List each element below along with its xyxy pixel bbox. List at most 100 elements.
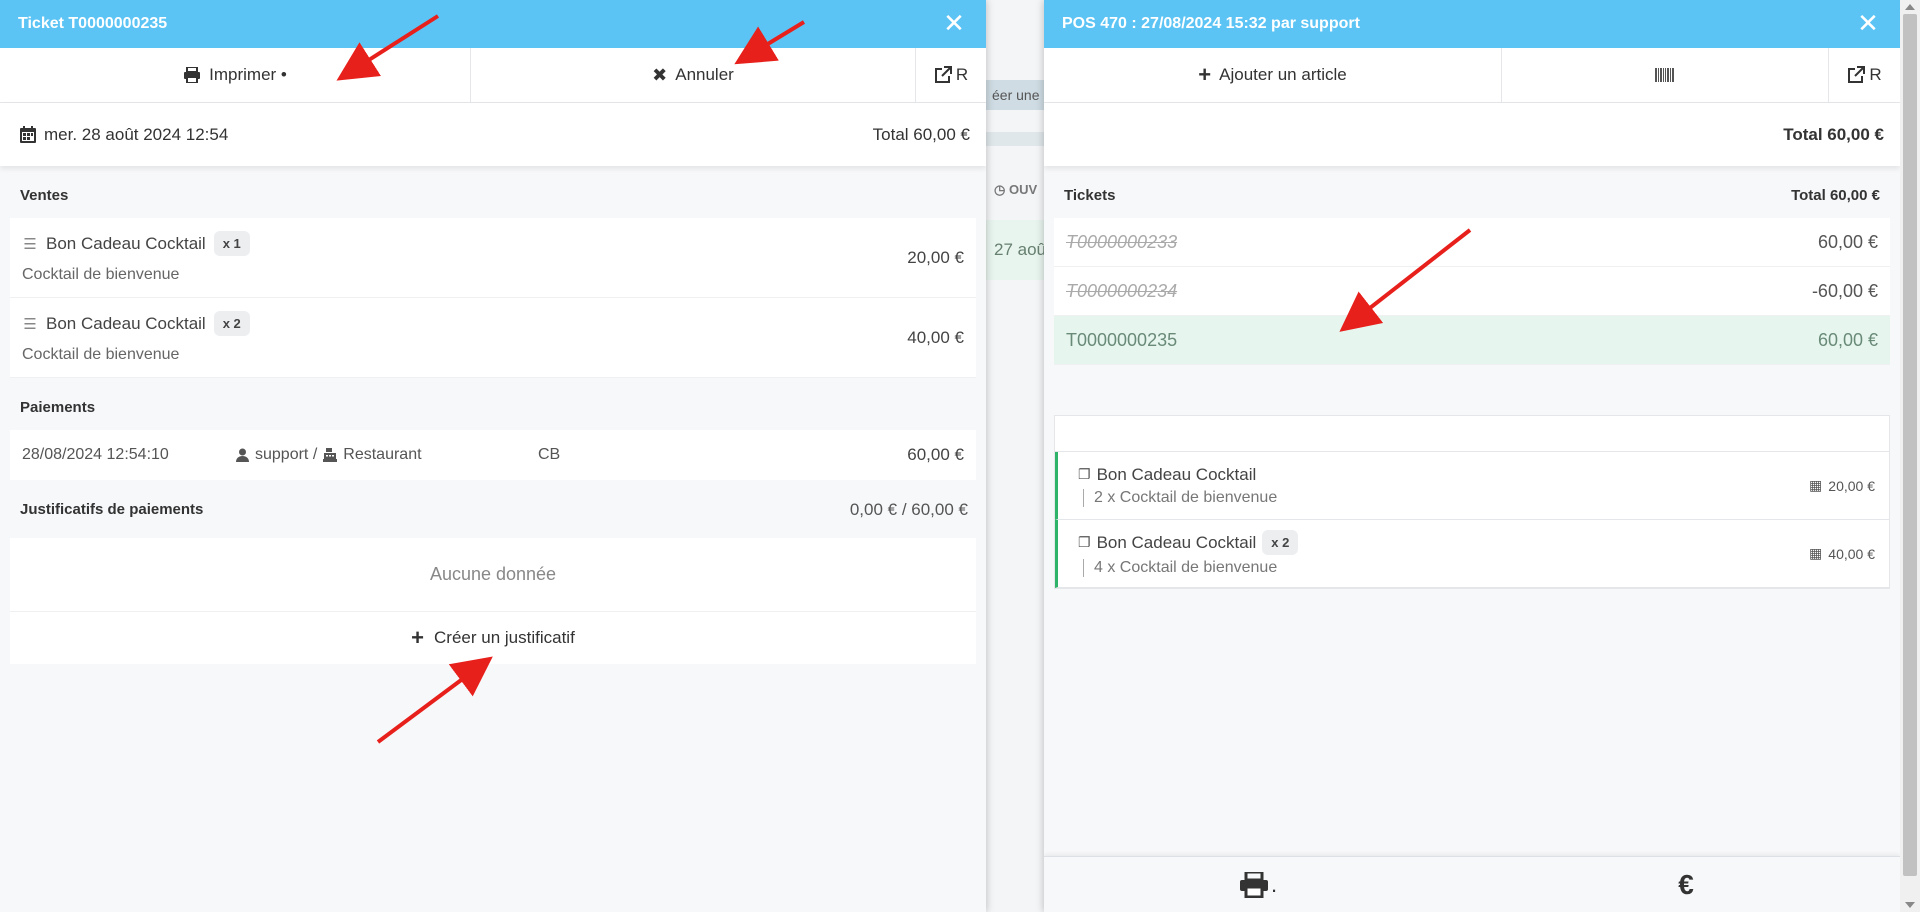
sales-list: ☰ Bon Cadeau Cocktail x 1 Cocktail de bi…	[10, 218, 976, 378]
create-proof-button[interactable]: + Créer un justificatif	[10, 612, 976, 664]
payment-user-name: support /	[255, 446, 318, 463]
background-row-date: 27 aoû	[986, 220, 1046, 280]
sale-description: Cocktail de bienvenue	[22, 266, 180, 283]
qty-badge: x 1	[213, 231, 250, 256]
barcode-icon	[1655, 68, 1674, 82]
background-bar	[986, 132, 1046, 146]
open-external-button[interactable]: R	[916, 48, 986, 102]
qty-badge: x 2	[1262, 530, 1299, 555]
detail-item-sub: 2 x Cocktail de bienvenue	[1083, 488, 1277, 507]
background-status-label: ◷ OUV	[994, 182, 1038, 197]
ticket-row[interactable]: T0000000234 -60,00 €	[1054, 267, 1890, 316]
window-scrollbar[interactable]	[1900, 0, 1920, 912]
boxes-icon: ❐	[1078, 534, 1091, 550]
plus-icon: +	[411, 625, 425, 650]
ticket-number: T0000000235	[1066, 329, 1178, 350]
scroll-down-icon[interactable]	[1905, 902, 1915, 908]
tickets-list: T0000000233 60,00 € T0000000234 -60,00 €…	[1054, 218, 1890, 365]
detail-item-amount: 20,00 €	[1828, 477, 1875, 494]
detail-item-name: Bon Cadeau Cocktail	[1096, 532, 1257, 552]
sales-section-title: Ventes	[0, 174, 986, 218]
sale-row[interactable]: ☰ Bon Cadeau Cocktail x 1 Cocktail de bi…	[10, 218, 976, 298]
payments-section-title: Paiements	[0, 386, 986, 430]
proofs-section-title: Justificatifs de paiements 0,00 € / 60,0…	[0, 488, 986, 532]
ticket-row-selected[interactable]: T0000000235 60,00 €	[1054, 316, 1890, 365]
detail-item[interactable]: ❐ Bon Cadeau Cocktail 2 x Cocktail de bi…	[1055, 452, 1889, 520]
user-icon	[236, 448, 249, 462]
ticket-amount: -60,00 €	[1811, 280, 1878, 301]
background-create-link: éer une c	[986, 80, 1046, 110]
add-article-button[interactable]: + Ajouter un article	[1044, 48, 1502, 102]
sale-description: Cocktail de bienvenue	[22, 346, 180, 363]
ticket-detail: ❐ Bon Cadeau Cocktail 2 x Cocktail de bi…	[1054, 415, 1890, 589]
sale-row[interactable]: ☰ Bon Cadeau Cocktail x 2 Cocktail de bi…	[10, 298, 976, 378]
print-dot: .	[1270, 871, 1278, 897]
pos-panel-title: POS 470 : 27/08/2024 15:32 par support	[1062, 15, 1360, 32]
cash-register-icon	[323, 448, 338, 462]
calendar-icon	[20, 126, 36, 143]
proofs-amount: 0,00 € / 60,00 €	[849, 500, 968, 519]
sale-name: Bon Cadeau Cocktail	[46, 233, 206, 253]
close-icon[interactable]: ✕	[942, 0, 966, 48]
detail-item-amount: 40,00 €	[1828, 545, 1875, 562]
tickets-total: Total 60,00 €	[1791, 187, 1880, 204]
print-label: Imprimer •	[209, 65, 287, 84]
ticket-panel: Ticket T0000000235 ✕ Imprimer • ✖ Annule…	[0, 0, 986, 912]
external-link-icon	[1848, 66, 1866, 83]
ticket-number: T0000000234	[1066, 280, 1178, 301]
scroll-thumb[interactable]	[1903, 14, 1917, 876]
ticket-infobar: mer. 28 août 2024 12:54 Total 60,00 €	[0, 103, 986, 166]
ticket-date: mer. 28 août 2024 12:54	[20, 125, 228, 145]
detail-item-name: Bon Cadeau Cocktail	[1096, 464, 1257, 484]
ticket-date-text: mer. 28 août 2024 12:54	[44, 124, 229, 144]
plus-icon: +	[1198, 62, 1212, 87]
sale-amount: 20,00 €	[907, 247, 964, 267]
payment-amount: 60,00 €	[907, 445, 964, 464]
payment-button[interactable]: €	[1472, 857, 1900, 912]
cancel-label: Annuler	[675, 65, 734, 84]
payments-list: 28/08/2024 12:54:10 support / Restaurant…	[10, 430, 976, 480]
ticket-total: Total 60,00 €	[872, 124, 970, 144]
printer-icon	[1239, 871, 1268, 898]
scroll-up-icon[interactable]	[1905, 4, 1915, 10]
ticket-row[interactable]: T0000000233 60,00 €	[1054, 218, 1890, 267]
pos-panel-titlebar: POS 470 : 27/08/2024 15:32 par support ✕	[1044, 0, 1900, 48]
calculator-icon: ▦	[1809, 545, 1823, 561]
open-external-button[interactable]: R	[1829, 48, 1900, 102]
print-ticket-button[interactable]: .	[1044, 857, 1472, 912]
open-external-label: R	[1869, 65, 1882, 84]
print-button[interactable]: Imprimer •	[0, 48, 471, 102]
tickets-section-title: Tickets Total 60,00 €	[1044, 174, 1900, 218]
ticket-amount: 60,00 €	[1817, 329, 1878, 350]
pos-panel: POS 470 : 27/08/2024 15:32 par support ✕…	[1044, 0, 1900, 912]
payment-row[interactable]: 28/08/2024 12:54:10 support / Restaurant…	[10, 430, 976, 480]
pos-toolbar: + Ajouter un article R	[1044, 48, 1900, 103]
payment-place: Restaurant	[343, 446, 422, 463]
ticket-number: T0000000233	[1066, 231, 1178, 252]
create-proof-label: Créer un justificatif	[434, 628, 575, 647]
pos-total: Total 60,00 €	[1783, 124, 1884, 144]
sales-title: Ventes	[20, 187, 69, 204]
detail-item-sub: 4 x Cocktail de bienvenue	[1083, 559, 1298, 577]
sale-amount: 40,00 €	[907, 327, 964, 347]
boxes-icon: ❐	[1078, 466, 1091, 482]
list-icon: ☰	[23, 315, 37, 333]
barcode-button[interactable]	[1502, 48, 1829, 102]
close-icon[interactable]: ✕	[1856, 0, 1880, 48]
external-link-icon	[934, 66, 952, 83]
cancel-button[interactable]: ✖ Annuler	[471, 48, 916, 102]
proofs-title: Justificatifs de paiements	[20, 501, 204, 518]
detail-item[interactable]: ❐ Bon Cadeau Cocktail x 2 4 x Cocktail d…	[1055, 520, 1889, 588]
open-external-label: R	[955, 65, 969, 84]
calculator-icon: ▦	[1809, 477, 1823, 493]
euro-icon: €	[1678, 868, 1694, 900]
qty-badge: x 2	[213, 311, 250, 336]
payment-method: CB	[538, 446, 561, 463]
ticket-detail-header	[1055, 416, 1889, 452]
payment-user: support / Restaurant	[236, 446, 538, 464]
cross-icon: ✖	[652, 64, 668, 85]
sale-name: Bon Cadeau Cocktail	[46, 313, 206, 333]
add-article-label: Ajouter un article	[1219, 65, 1347, 84]
ticket-toolbar: Imprimer • ✖ Annuler R	[0, 48, 986, 103]
pos-bottom-bar: . €	[1044, 856, 1900, 912]
